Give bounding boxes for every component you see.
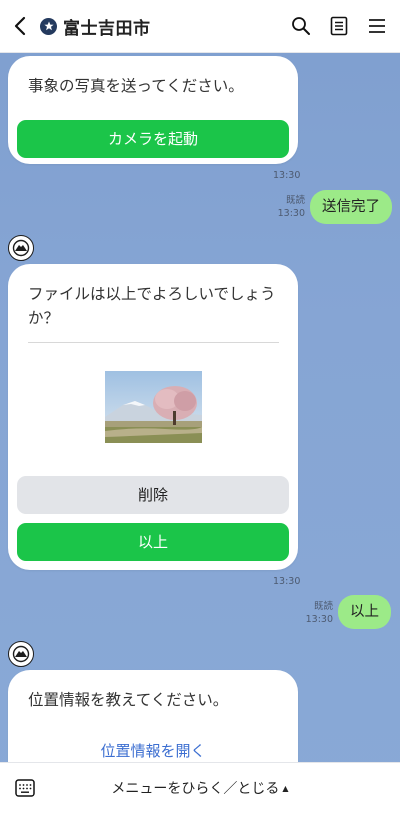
sent-message-ok: 以上 bbox=[338, 595, 391, 629]
message-time: 13:30 bbox=[305, 614, 333, 625]
file-confirm-card: ファイルは以上でよろしいでしょうか？ 削除 以上 bbox=[8, 264, 298, 570]
message-time: 13:30 bbox=[273, 576, 301, 587]
location-request-card: 位置情報を教えてください。 位置情報を開く bbox=[8, 670, 298, 762]
read-label: 既読 bbox=[285, 195, 305, 206]
chat-area[interactable]: 事象の写真を送ってください。 カメラを起動 13:30 既読 13:30 送信完… bbox=[0, 52, 400, 762]
message-time: 13:30 bbox=[277, 208, 305, 219]
read-label: 既読 bbox=[313, 601, 333, 612]
hamburger-menu-icon bbox=[369, 19, 385, 33]
menu-toggle[interactable]: メニューをひらく／とじる ▲ bbox=[0, 763, 400, 813]
header-bar: 富士吉田市 bbox=[0, 0, 400, 53]
search-button[interactable] bbox=[286, 11, 316, 41]
bot-avatar[interactable] bbox=[8, 641, 34, 667]
page-title: 富士吉田市 bbox=[63, 18, 151, 39]
photo-thumbnail[interactable] bbox=[105, 371, 202, 443]
message-time: 13:30 bbox=[273, 170, 301, 181]
done-button[interactable]: 以上 bbox=[17, 523, 289, 561]
notes-button[interactable] bbox=[324, 11, 354, 41]
bottom-menu-bar: メニューをひらく／とじる ▲ bbox=[0, 762, 400, 813]
menu-button[interactable] bbox=[362, 11, 392, 41]
chevron-left-icon bbox=[14, 16, 26, 36]
sent-message-complete: 送信完了 bbox=[310, 190, 392, 224]
cherry-tree-photo bbox=[105, 371, 202, 443]
caret-up-icon: ▲ bbox=[282, 783, 289, 793]
mountain-logo-icon bbox=[12, 645, 30, 663]
file-confirm-text: ファイルは以上でよろしいでしょうか？ bbox=[28, 285, 276, 328]
mountain-logo-icon bbox=[12, 239, 30, 257]
keyboard-button[interactable] bbox=[15, 779, 35, 797]
delete-button[interactable]: 削除 bbox=[17, 476, 289, 514]
camera-request-text: 事象の写真を送ってください。 bbox=[28, 77, 244, 95]
open-location-link[interactable]: 位置情報を開く bbox=[8, 740, 298, 761]
header-actions bbox=[286, 0, 392, 52]
divider bbox=[28, 342, 279, 343]
keyboard-icon bbox=[15, 779, 35, 797]
bot-avatar[interactable] bbox=[8, 235, 34, 261]
back-button[interactable] bbox=[0, 0, 40, 52]
search-icon bbox=[292, 17, 310, 35]
read-receipt: 既読 13:30 bbox=[275, 194, 305, 220]
launch-camera-button[interactable]: カメラを起動 bbox=[17, 120, 289, 158]
notes-icon bbox=[330, 16, 348, 36]
shield-star-icon bbox=[40, 17, 57, 35]
read-receipt: 既読 13:30 bbox=[303, 600, 333, 626]
location-request-text: 位置情報を教えてください。 bbox=[28, 691, 229, 709]
menu-toggle-label: メニューをひらく／とじる bbox=[111, 781, 280, 797]
camera-request-card: 事象の写真を送ってください。 カメラを起動 bbox=[8, 56, 298, 164]
